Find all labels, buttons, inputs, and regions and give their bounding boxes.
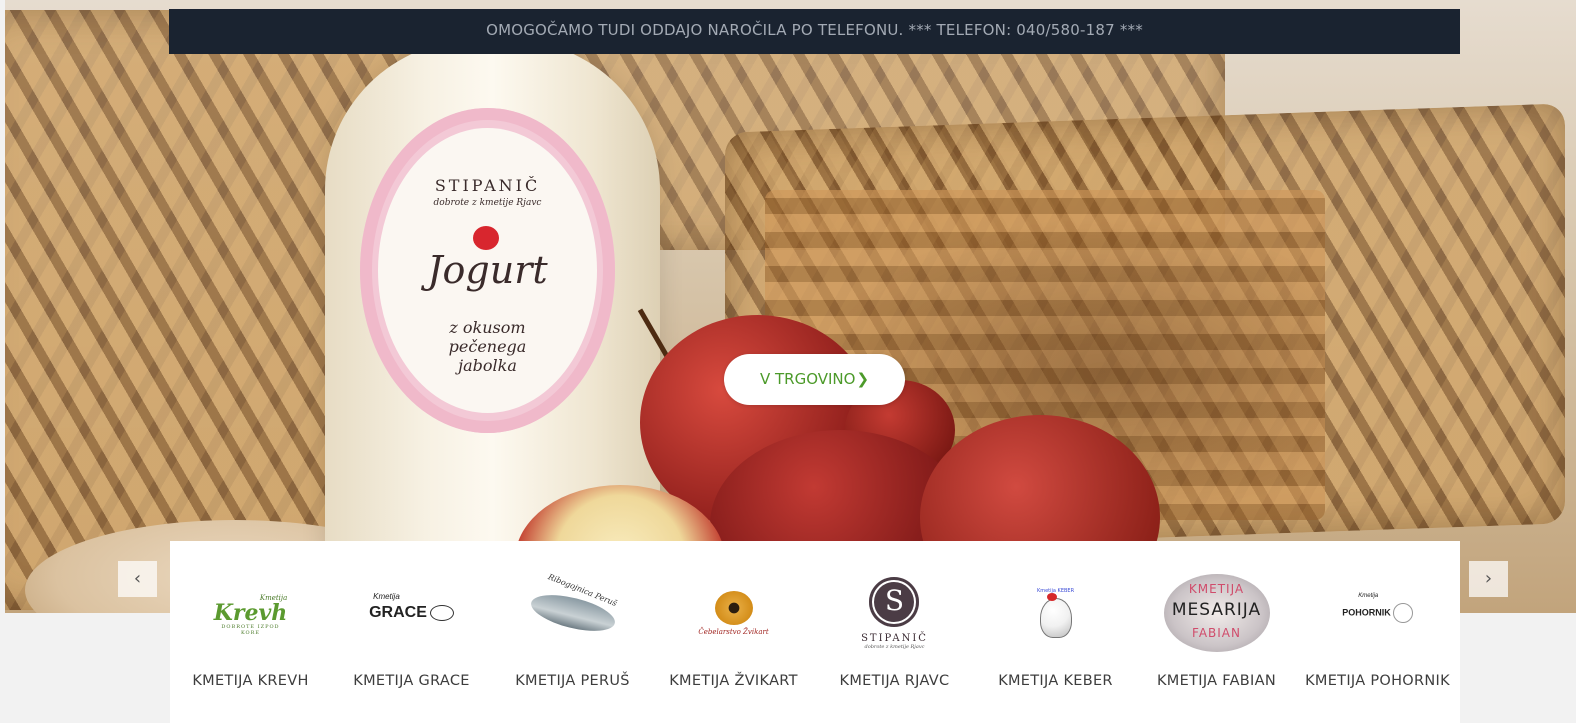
rjavc-logo: S STIPANIČ dobrote z kmetije Rjavc xyxy=(839,569,950,657)
apple-icon xyxy=(473,226,499,250)
brand-item-fabian[interactable]: KMETIJA MESARIJA FABIAN KMETIJA FABIAN xyxy=(1136,541,1297,723)
brand-item-perus[interactable]: Ribogojnica Peruš KMETIJA PERUŠ xyxy=(492,541,653,723)
phone-order-banner: OMOGOČAMO TUDI ODDAJO NAROČILA PO TELEFO… xyxy=(169,9,1460,54)
brand-name: KMETIJA RJAVC xyxy=(839,673,950,689)
brand-name: KMETIJA FABIAN xyxy=(1157,673,1276,689)
brand-item-grace[interactable]: Kmetija GRACE KMETIJA GRACE xyxy=(331,541,492,723)
brand-name: KMETIJA POHORNIK xyxy=(1305,673,1450,689)
bottle-label-text: STIPANIČ dobrote z kmetije Rjavc Jogurt … xyxy=(378,128,597,413)
krevh-logo: Kmetija Krevh DOBROTE IZPOD KORE xyxy=(213,594,288,636)
brand-item-zvikart[interactable]: Čebelarstvo Žvikart KMETIJA ŽVIKART xyxy=(653,541,814,723)
hen-icon xyxy=(1039,593,1072,638)
zvikart-logo: Čebelarstvo Žvikart xyxy=(678,569,789,657)
brand-name: KMETIJA KREVH xyxy=(192,673,309,689)
grace-logo: Kmetija GRACE xyxy=(356,569,467,657)
hero-slider: STIPANIČ dobrote z kmetije Rjavc Jogurt … xyxy=(5,0,1576,613)
brand-item-krevh[interactable]: Kmetija Krevh DOBROTE IZPOD KORE KMETIJA… xyxy=(170,541,331,723)
chevron-right-icon: ❯ xyxy=(856,370,870,388)
carousel-next-button[interactable]: › xyxy=(1469,561,1508,597)
keber-logo: Kmetija KEBER xyxy=(1000,569,1111,657)
brand-carousel: Kmetija Krevh DOBROTE IZPOD KORE KMETIJA… xyxy=(170,541,1460,723)
egg-icon xyxy=(429,604,454,621)
brand-name: KMETIJA GRACE xyxy=(353,673,470,689)
fabian-logo: KMETIJA MESARIJA FABIAN xyxy=(1161,569,1272,657)
carousel-prev-button[interactable]: ‹ xyxy=(118,561,157,597)
brand-name: KMETIJA KEBER xyxy=(998,673,1113,689)
pohornik-logo: Kmetija POHORNIK xyxy=(1322,569,1433,657)
brand-name: KMETIJA PERUŠ xyxy=(515,673,630,689)
fish-icon: Ribogojnica Peruš xyxy=(527,572,618,638)
brand-name: KMETIJA ŽVIKART xyxy=(669,673,798,689)
brand-item-rjavc[interactable]: S STIPANIČ dobrote z kmetije Rjavc KMETI… xyxy=(814,541,975,723)
sunflower-icon xyxy=(714,590,753,625)
brand-item-pohornik[interactable]: Kmetija POHORNIK KMETIJA POHORNIK xyxy=(1297,541,1458,723)
perus-logo: Ribogojnica Peruš xyxy=(517,569,628,657)
brand-item-keber[interactable]: Kmetija KEBER KMETIJA KEBER xyxy=(975,541,1136,723)
leaf-icon xyxy=(1392,603,1413,623)
shop-cta-button[interactable]: V TRGOVINO❯ xyxy=(724,354,905,405)
